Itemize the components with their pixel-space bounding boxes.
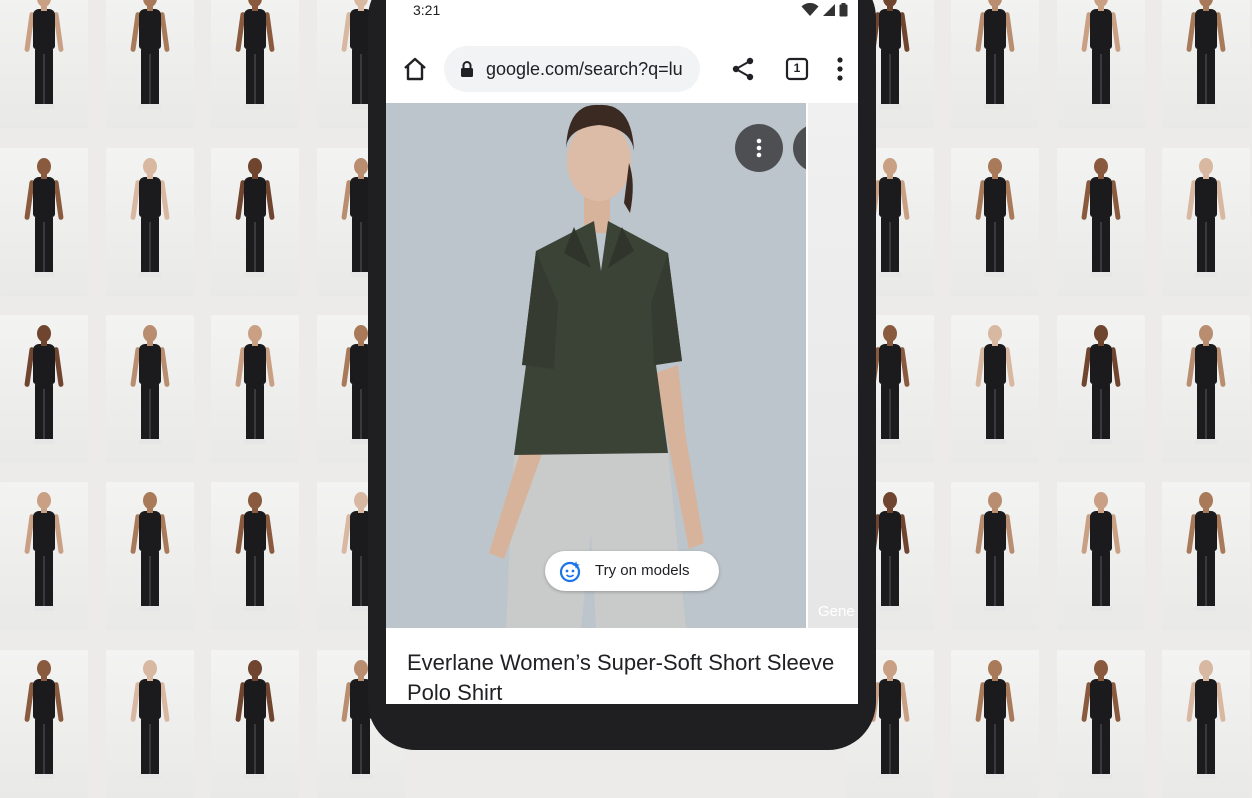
try-on-label: Try on models — [595, 562, 690, 579]
model-tile — [211, 482, 299, 630]
home-icon[interactable] — [400, 54, 430, 84]
model-tile — [1162, 650, 1250, 798]
image-options-button[interactable] — [735, 124, 783, 172]
lock-icon — [461, 61, 473, 77]
model-tile — [0, 482, 88, 630]
model-tile — [211, 0, 299, 128]
model-tile — [951, 0, 1039, 128]
model-tile — [106, 0, 194, 128]
model-tile — [1057, 482, 1145, 630]
status-time: 3:21 — [413, 2, 441, 18]
model-tile — [0, 650, 88, 798]
model-tile — [211, 148, 299, 296]
model-tile — [106, 482, 194, 630]
model-tile — [951, 650, 1039, 798]
try-on-icon — [559, 561, 581, 582]
model-tile — [1057, 315, 1145, 463]
next-image-caption: Gene — [818, 603, 855, 620]
model-tile — [106, 148, 194, 296]
model-tile — [0, 148, 88, 296]
product-image[interactable] — [386, 103, 806, 628]
product-title[interactable]: Everlane Women’s Super-Soft Short Sleeve… — [407, 648, 837, 704]
tab-count: 1 — [793, 61, 801, 75]
status-bar: 3:21 — [386, 0, 858, 24]
phone-screen: 3:21 google.com/search?q=lu 1 Gene Try o… — [386, 0, 858, 704]
url-text: google.com/search?q=lu — [486, 59, 683, 79]
try-on-models-button[interactable]: Try on models — [545, 551, 719, 591]
more-vert-icon — [756, 138, 762, 158]
model-tile — [951, 148, 1039, 296]
model-tile — [0, 0, 88, 128]
model-tile — [1057, 0, 1145, 128]
tab-switcher-button[interactable]: 1 — [785, 57, 809, 81]
overflow-menu-icon[interactable] — [834, 55, 846, 83]
next-image-preview[interactable]: Gene — [808, 103, 858, 628]
signal-icon — [823, 4, 835, 16]
model-tile — [1162, 315, 1250, 463]
model-photo — [386, 103, 806, 628]
model-tile — [1162, 148, 1250, 296]
model-tile — [0, 315, 88, 463]
model-tile — [211, 650, 299, 798]
model-tile — [1162, 482, 1250, 630]
browser-toolbar: google.com/search?q=lu 1 — [386, 38, 858, 100]
model-tile — [1162, 0, 1250, 128]
model-tile — [211, 315, 299, 463]
model-tile — [1057, 650, 1145, 798]
status-icons — [801, 3, 848, 17]
share-icon[interactable] — [730, 56, 756, 82]
wifi-icon — [801, 3, 819, 16]
battery-icon — [839, 3, 848, 17]
model-tile — [106, 315, 194, 463]
url-bar[interactable]: google.com/search?q=lu — [444, 46, 700, 92]
model-tile — [106, 650, 194, 798]
model-tile — [951, 315, 1039, 463]
model-tile — [951, 482, 1039, 630]
model-tile — [1057, 148, 1145, 296]
